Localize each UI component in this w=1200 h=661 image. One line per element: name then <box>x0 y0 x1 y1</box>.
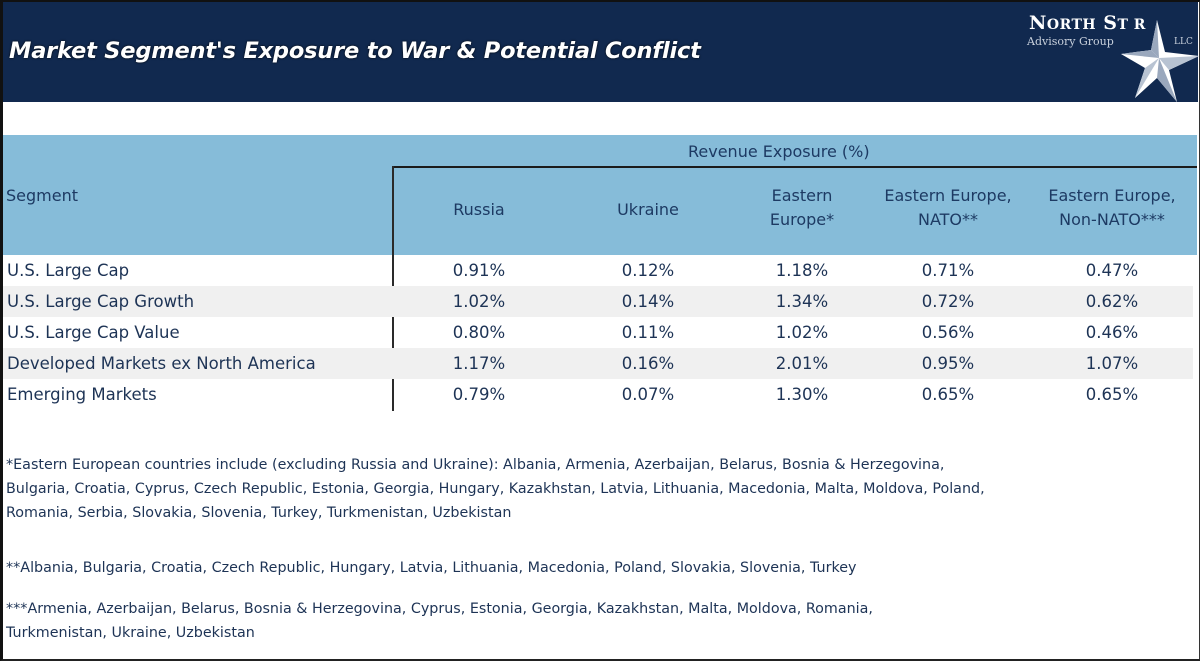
exposure-value: 0.80% <box>452 323 506 342</box>
segment-name: U.S. Large Cap <box>7 261 130 280</box>
exposure-value: 0.91% <box>452 261 506 280</box>
exposure-value: 0.11% <box>621 323 675 342</box>
exposure-value: 0.95% <box>921 354 975 373</box>
footnote-nato: **Albania, Bulgaria, Croatia, Czech Repu… <box>6 560 857 576</box>
column-header-ee-non-nato: Eastern Europe, Non-NATO*** <box>1048 186 1176 229</box>
exposure-value: 0.62% <box>1085 292 1139 311</box>
exposure-value: 0.72% <box>921 292 975 311</box>
exposure-value: 0.56% <box>921 323 975 342</box>
exposure-value: 0.71% <box>921 261 975 280</box>
exposure-value: 2.01% <box>775 354 829 373</box>
table-row: U.S. Large Cap Growth 1.02% 0.14% 1.34% 0.72… <box>3 286 1193 317</box>
exposure-value: 1.34% <box>775 292 829 311</box>
segment-name: U.S. Large Cap Value <box>7 323 180 342</box>
segment-header: Segment <box>6 186 78 205</box>
table-row: U.S. Large Cap Value 0.80% 0.11% 1.02% 0.56%… <box>3 317 1193 348</box>
segment-name: U.S. Large Cap Growth <box>7 292 195 311</box>
column-header-ukraine: Ukraine <box>617 200 679 219</box>
group-header: Revenue Exposure (%) <box>688 142 870 161</box>
column-header-eastern-europe: Eastern Europe* <box>769 186 835 229</box>
exposure-value: 0.12% <box>621 261 675 280</box>
exposure-value: 1.30% <box>775 385 829 404</box>
exposure-value: 0.14% <box>621 292 675 311</box>
company-logo: NORTH ST R Advisory Group LLC <box>1021 6 1200 102</box>
exposure-value: 1.02% <box>775 323 829 342</box>
exposure-value: 0.16% <box>621 354 675 373</box>
exposure-value: 0.07% <box>621 385 675 404</box>
table-row: U.S. Large Cap 0.91% 0.12% 1.18% 0.71% 0.47% <box>3 255 1193 286</box>
group-divider <box>393 166 1197 168</box>
logo-subtitle: Advisory Group <box>1027 35 1114 48</box>
table-row: Developed Markets ex North America 1.17% 0… <box>3 348 1193 379</box>
segment-name: Emerging Markets <box>7 385 157 404</box>
segment-name: Developed Markets ex North America <box>7 354 316 373</box>
exposure-value: 1.02% <box>452 292 506 311</box>
footnote-non-nato: ***Armenia, Azerbaijan, Belarus, Bosnia … <box>6 601 873 641</box>
exposure-value: 0.46% <box>1085 323 1139 342</box>
star-icon <box>1121 20 1199 102</box>
title-banner: Market Segment's Exposure to War & Poten… <box>3 2 1200 102</box>
exposure-value: 0.65% <box>1085 385 1139 404</box>
exposure-value: 1.18% <box>775 261 829 280</box>
column-header-ee-nato: Eastern Europe, NATO** <box>884 186 1012 229</box>
column-header-russia: Russia <box>453 200 505 219</box>
page-title: Market Segment's Exposure to War & Poten… <box>9 38 701 64</box>
exposure-value: 0.47% <box>1085 261 1139 280</box>
footnote-eastern-europe: *Eastern European countries include (exc… <box>6 457 985 521</box>
table-row: Emerging Markets 0.79% 0.07% 1.30% 0.65% 0.65… <box>3 379 1193 410</box>
exposure-value: 0.65% <box>921 385 975 404</box>
exposure-value: 1.07% <box>1085 354 1139 373</box>
exposure-value: 0.79% <box>452 385 506 404</box>
exposure-value: 1.17% <box>452 354 506 373</box>
